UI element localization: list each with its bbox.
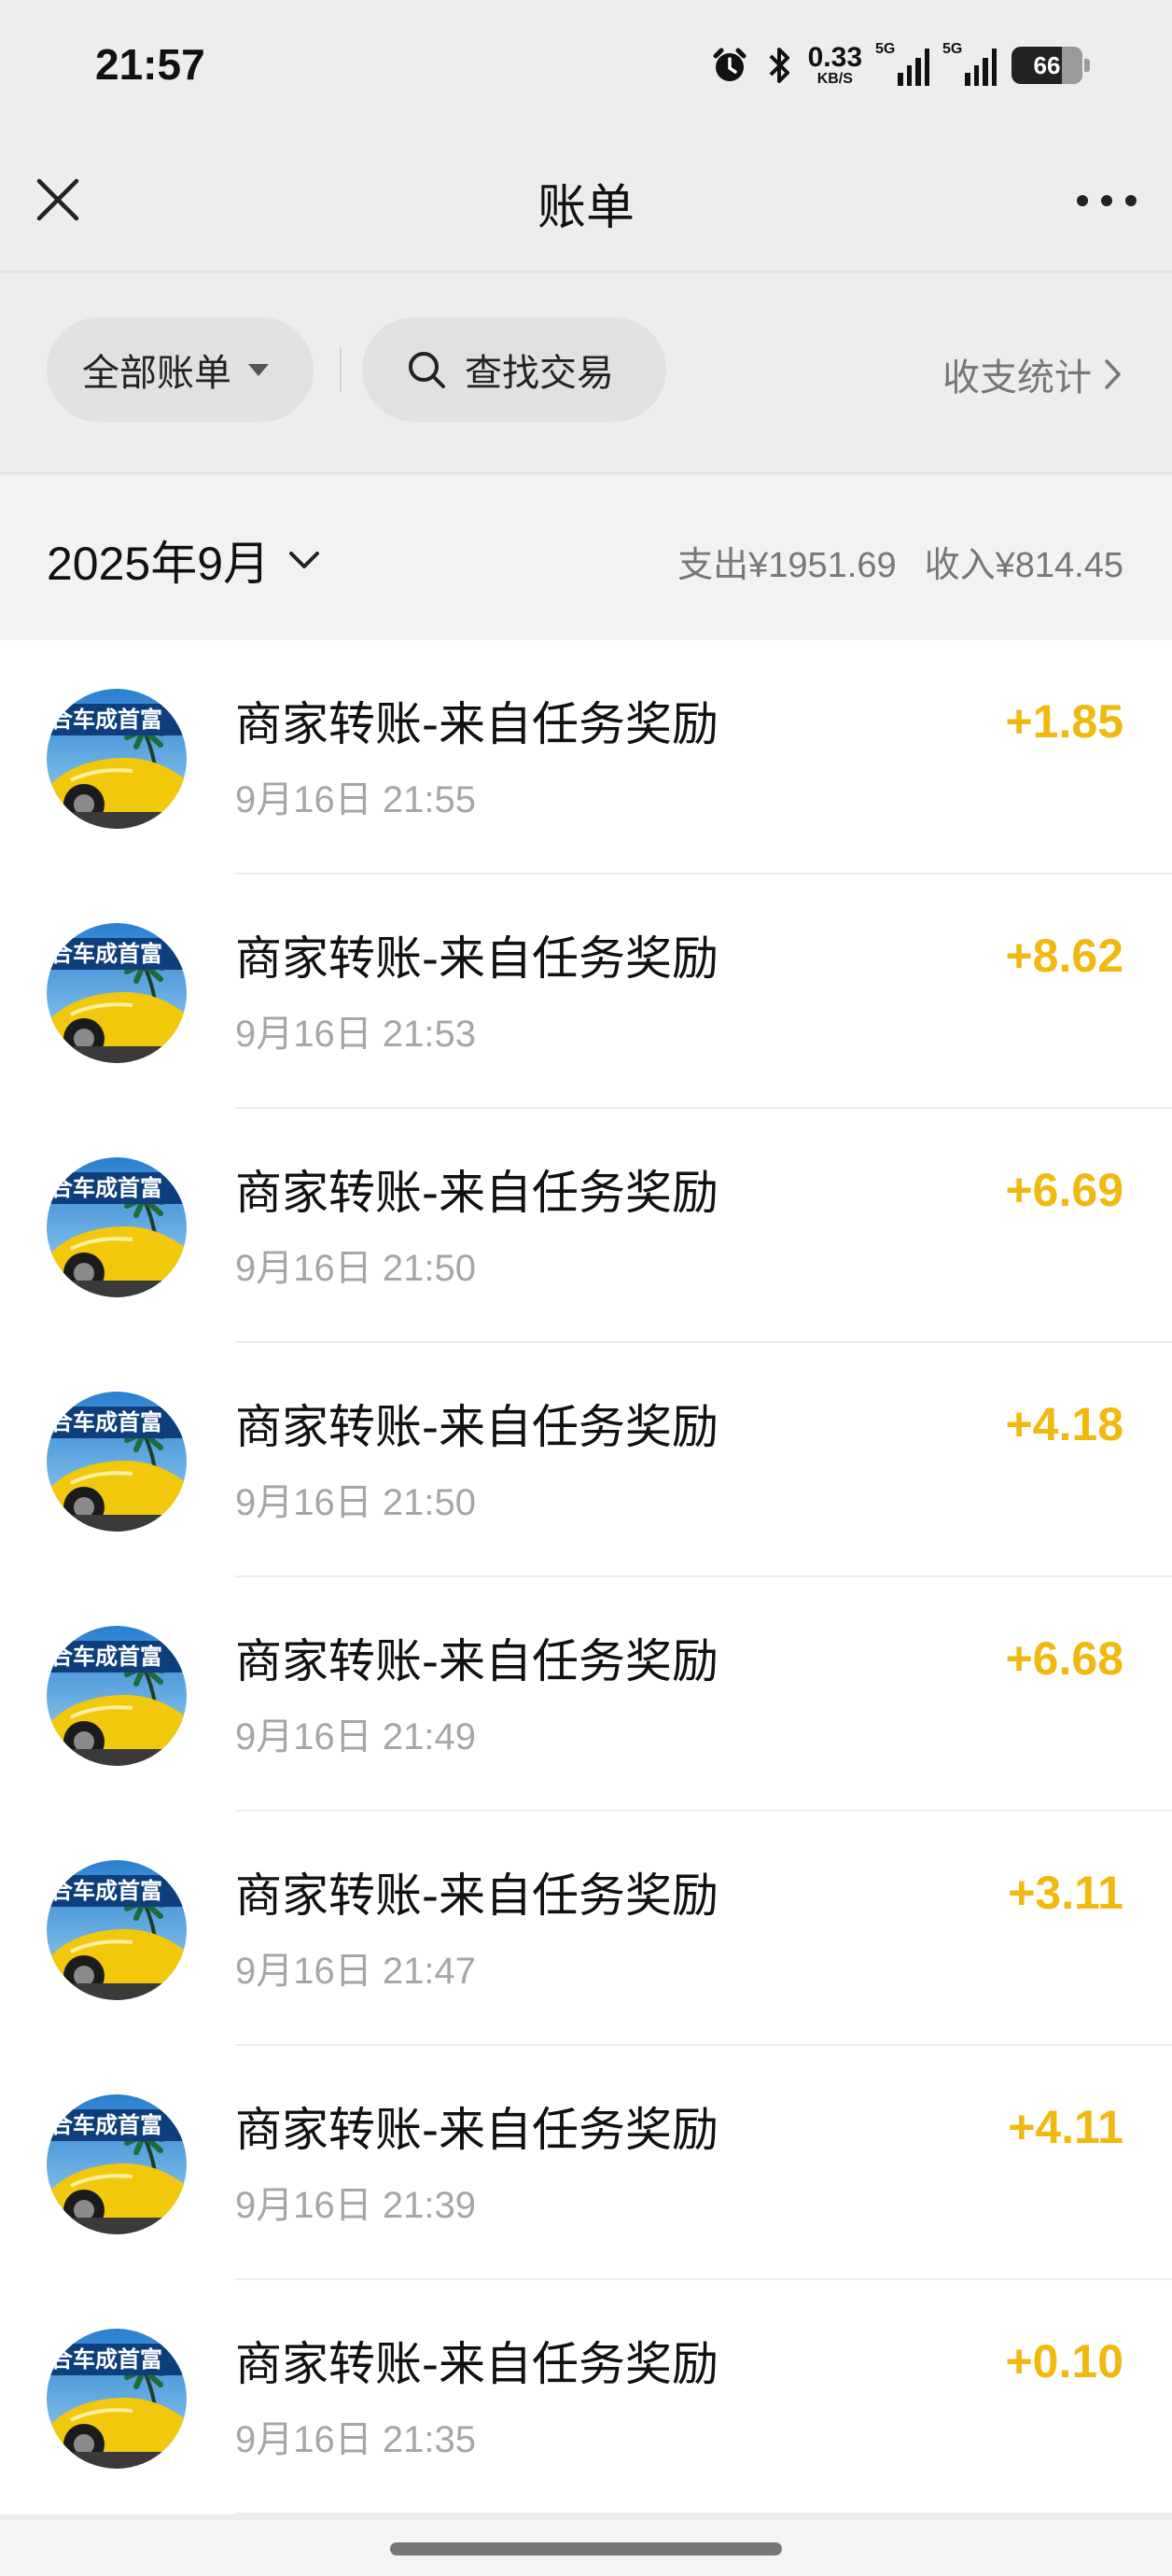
merchant-avatar: 合车成首富	[47, 2329, 187, 2469]
battery-icon: 66	[1012, 47, 1090, 84]
merchant-avatar: 合车成首富	[47, 1860, 187, 2000]
stats-link[interactable]: 收支统计	[942, 347, 1123, 401]
income-total: 收入¥814.45	[924, 546, 1123, 585]
transaction-title: 商家转账-来自任务奖励	[235, 1400, 719, 1454]
merchant-avatar: 合车成首富	[47, 1157, 187, 1297]
transaction-row[interactable]: 合车成首富 商家转账-来自任务奖励 9月16日 21:49 +6.68	[0, 1577, 1172, 1812]
transaction-row[interactable]: 合车成首富 商家转账-来自任务奖励 9月16日 21:50 +6.69	[0, 1109, 1172, 1343]
more-dots-icon	[1077, 195, 1137, 206]
home-indicator[interactable]	[390, 2542, 782, 2555]
all-bills-label: 全部账单	[82, 352, 231, 395]
transaction-row[interactable]: 合车成首富 商家转账-来自任务奖励 9月16日 21:53 +8.62	[0, 875, 1172, 1109]
avatar-banner-text: 合车成首富	[50, 2112, 162, 2138]
transaction-row[interactable]: 合车成首富 商家转账-来自任务奖励 9月16日 21:35 +0.10	[0, 2280, 1172, 2514]
caret-down-icon	[248, 363, 269, 376]
transaction-title: 商家转账-来自任务奖励	[235, 1869, 719, 1923]
merchant-avatar: 合车成首富	[47, 1626, 187, 1766]
search-icon	[409, 352, 445, 388]
chevron-right-icon	[1105, 359, 1121, 389]
transaction-row[interactable]: 合车成首富 商家转账-来自任务奖励 9月16日 21:39 +4.11	[0, 2046, 1172, 2280]
filter-divider	[340, 347, 342, 392]
transaction-time: 9月16日 21:35	[235, 2419, 476, 2460]
bluetooth-icon	[765, 44, 793, 87]
transaction-time: 9月16日 21:47	[235, 1951, 476, 1992]
transaction-amount: +6.68	[1005, 1632, 1123, 1685]
transaction-time: 9月16日 21:50	[235, 1482, 476, 1523]
transaction-amount: +8.62	[1005, 930, 1123, 982]
transaction-time: 9月16日 21:49	[235, 1716, 476, 1757]
row-divider	[235, 2513, 1172, 2514]
network-speed: 0.33 KB/S	[808, 44, 862, 87]
alarm-icon	[709, 45, 750, 86]
avatar-banner-text: 合车成首富	[50, 707, 162, 733]
status-icons: 0.33 KB/S 5G 5G 66	[709, 41, 1090, 90]
transaction-amount: +0.10	[1005, 2335, 1123, 2387]
transaction-amount: +6.69	[1005, 1164, 1123, 1216]
transaction-title: 商家转账-来自任务奖励	[235, 1166, 719, 1220]
merchant-avatar: 合车成首富	[47, 1392, 187, 1532]
page-title: 账单	[537, 180, 635, 236]
avatar-banner-text: 合车成首富	[50, 2346, 162, 2373]
all-bills-dropdown[interactable]: 全部账单	[47, 317, 314, 422]
transaction-row[interactable]: 合车成首富 商家转账-来自任务奖励 9月16日 21:47 +3.11	[0, 1812, 1172, 2046]
transaction-row[interactable]: 合车成首富 商家转账-来自任务奖励 9月16日 21:50 +4.18	[0, 1343, 1172, 1577]
cellular-signal-2-icon: 5G	[942, 41, 997, 86]
month-header: 2025年9月 支出¥1951.69 收入¥814.45	[0, 472, 1172, 640]
transaction-row[interactable]: 合车成首富 商家转账-来自任务奖励 9月16日 21:55 +1.85	[0, 640, 1172, 875]
merchant-avatar: 合车成首富	[47, 923, 187, 1063]
status-time: 21:57	[95, 40, 205, 89]
avatar-banner-text: 合车成首富	[50, 1644, 162, 1670]
stats-label: 收支统计	[942, 357, 1092, 399]
search-transactions-button[interactable]: 查找交易	[362, 317, 666, 422]
transaction-amount: +4.11	[1008, 2101, 1123, 2153]
transaction-title: 商家转账-来自任务奖励	[235, 2337, 719, 2391]
more-button[interactable]	[1069, 177, 1144, 224]
transaction-title: 商家转账-来自任务奖励	[235, 697, 719, 751]
transaction-list: 合车成首富 商家转账-来自任务奖励 9月16日 21:55 +1.85 合车成首…	[0, 640, 1172, 2514]
nav-bar: 账单	[0, 131, 1172, 271]
avatar-banner-text: 合车成首富	[50, 1878, 162, 1904]
month-label: 2025年9月	[47, 538, 271, 590]
expense-total: 支出¥1951.69	[677, 546, 897, 585]
merchant-avatar: 合车成首富	[47, 2094, 187, 2234]
transaction-amount: +4.18	[1005, 1398, 1123, 1450]
status-bar: 21:57 0.33 KB/S 5G 5G 66	[0, 0, 1172, 131]
merchant-avatar: 合车成首富	[47, 689, 187, 829]
signal-1-label: 5G	[875, 41, 896, 57]
transaction-title: 商家转账-来自任务奖励	[235, 1634, 719, 1688]
home-area	[0, 2520, 1172, 2576]
transaction-amount: +3.11	[1008, 1867, 1123, 1919]
transaction-time: 9月16日 21:55	[235, 779, 476, 820]
avatar-banner-text: 合车成首富	[50, 1175, 162, 1201]
month-selector[interactable]: 2025年9月	[47, 526, 322, 594]
filter-bar: 全部账单 查找交易 收支统计	[0, 273, 1172, 472]
transaction-amount: +1.85	[1005, 695, 1123, 748]
month-summary: 支出¥1951.69 收入¥814.45	[677, 536, 1123, 587]
signal-2-label: 5G	[942, 41, 963, 57]
transaction-title: 商家转账-来自任务奖励	[235, 2103, 719, 2157]
network-speed-unit: KB/S	[816, 71, 853, 87]
chevron-down-icon	[289, 552, 320, 568]
transaction-title: 商家转账-来自任务奖励	[235, 931, 719, 986]
network-speed-value: 0.33	[807, 42, 862, 73]
battery-level: 66	[1033, 50, 1061, 79]
avatar-banner-text: 合车成首富	[50, 1409, 162, 1435]
avatar-banner-text: 合车成首富	[50, 941, 162, 967]
cellular-signal-1-icon: 5G	[875, 41, 929, 86]
transaction-time: 9月16日 21:50	[235, 1248, 476, 1289]
transaction-time: 9月16日 21:39	[235, 2185, 476, 2226]
transaction-time: 9月16日 21:53	[235, 1014, 476, 1055]
search-label: 查找交易	[465, 352, 614, 395]
